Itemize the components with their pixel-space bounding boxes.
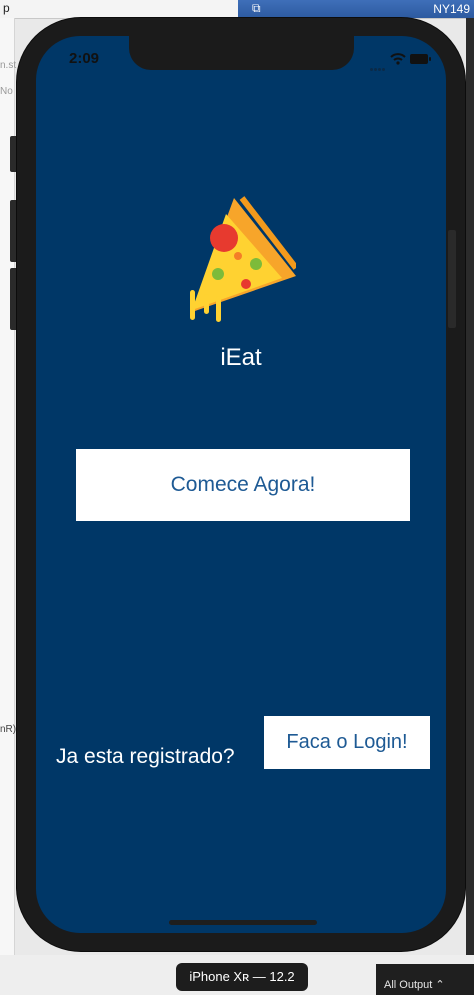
start-button[interactable]: Comece Agora! — [76, 449, 410, 521]
app-title: iEat — [220, 344, 262, 371]
app-screen: 2:09 iEat Comece Agora! Ja esta registra… — [36, 36, 446, 933]
status-time: 2:09 — [69, 50, 100, 67]
host-tab[interactable]: ⧉ NY149 — [238, 0, 474, 18]
registered-prompt: Ja esta registrado? — [56, 745, 235, 768]
login-button[interactable]: Faca o Login! — [264, 716, 430, 769]
device-label: iPhone Xʀ — 12.2 — [176, 963, 308, 991]
output-selector-label: All Output ⌃ — [384, 979, 445, 991]
wifi-icon — [390, 53, 406, 65]
host-top-text: p — [3, 1, 10, 15]
host-tab-label: NY149 — [433, 2, 470, 16]
power-button — [448, 230, 456, 328]
phone-frame: 2:09 iEat Comece Agora! Ja esta registra… — [17, 18, 465, 951]
left-pane-hint: nR) — [0, 724, 17, 735]
pizza-icon — [190, 196, 296, 322]
left-pane-hint: No — [0, 86, 13, 97]
notch — [129, 36, 354, 70]
pin-icon: ⧉ — [252, 1, 261, 15]
battery-icon — [410, 54, 431, 64]
host-right-pane — [466, 18, 474, 978]
signal-icon — [370, 58, 386, 76]
host-window-top-bar: p ⧉ NY149 — [0, 0, 474, 19]
left-pane-hint: n.st — [0, 60, 17, 71]
status-icons — [370, 53, 431, 71]
home-indicator[interactable] — [169, 920, 317, 925]
output-selector[interactable]: All Output ⌃ — [376, 964, 474, 995]
